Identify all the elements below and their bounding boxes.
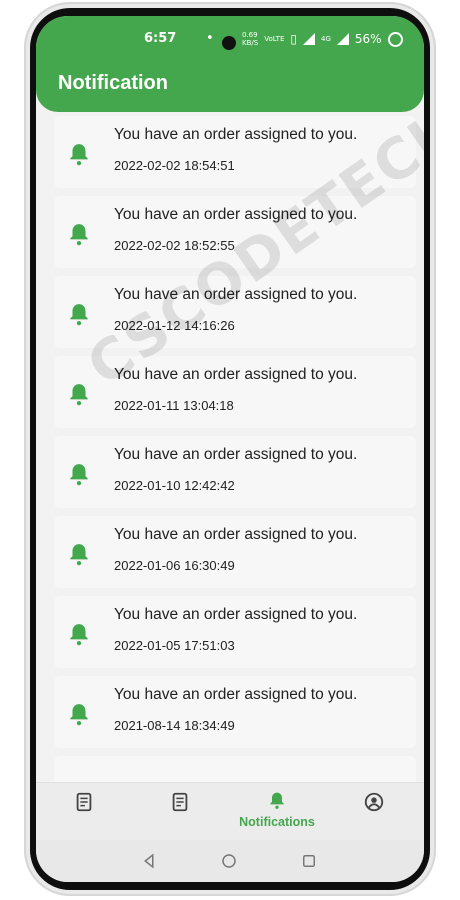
- wifi-signal-icon: [302, 33, 315, 45]
- status-bar: 6:57 • 0.69 KB/S VoLTE ▯ 4G 56%: [36, 28, 424, 50]
- battery-percent: 56%: [354, 32, 382, 46]
- receipt-icon: [172, 792, 188, 812]
- notification-message: You have an order assigned to you.: [114, 526, 358, 543]
- nav-item-documents[interactable]: [54, 791, 114, 837]
- status-time: 6:57: [144, 31, 177, 46]
- status-icons: 0.69 KB/S VoLTE ▯ 4G 56%: [242, 31, 403, 47]
- phone-screen: 6:57 • 0.69 KB/S VoLTE ▯ 4G 56% Notifica…: [36, 16, 424, 882]
- notification-card[interactable]: You have an order assigned to you. 2022-…: [54, 196, 416, 268]
- bell-icon: [70, 464, 88, 486]
- bell-icon: [70, 704, 88, 726]
- notification-timestamp: 2022-02-02 18:52:55: [114, 238, 235, 253]
- notification-message: You have an order assigned to you.: [114, 366, 358, 383]
- bell-icon: [70, 384, 88, 406]
- system-navigation-bar: [36, 840, 424, 882]
- nav-item-profile[interactable]: [344, 791, 404, 837]
- notification-message: You have an order assigned to you.: [114, 446, 358, 463]
- notification-message: You have an order assigned to you.: [114, 126, 358, 143]
- document-icon: [76, 792, 92, 812]
- notification-timestamp: 2022-01-12 14:16:26: [114, 318, 235, 333]
- notification-timestamp: 2022-01-11 13:04:18: [114, 398, 234, 413]
- notification-card[interactable]: You have an order assigned to you. 2022-…: [54, 276, 416, 348]
- front-camera: [222, 36, 236, 50]
- notification-timestamp: 2022-01-06 16:30:49: [114, 558, 235, 573]
- back-icon[interactable]: [140, 852, 158, 870]
- home-icon[interactable]: [220, 852, 238, 870]
- notification-card[interactable]: You have an order assigned to you. 2022-…: [54, 436, 416, 508]
- network-speed: 0.69 KB/S: [242, 31, 258, 47]
- notification-dot-icon: •: [206, 31, 214, 46]
- notification-message: You have an order assigned to you.: [114, 686, 358, 703]
- bell-icon: [70, 224, 88, 246]
- bell-icon: [70, 144, 88, 166]
- notification-list[interactable]: You have an order assigned to you. 2022-…: [36, 116, 424, 786]
- profile-icon: [364, 792, 384, 812]
- notification-card[interactable]: You have an order assigned to you. 2022-…: [54, 116, 416, 188]
- bell-icon: [70, 624, 88, 646]
- cell-signal-icon: [336, 33, 349, 45]
- nav-item-orders[interactable]: [150, 791, 210, 837]
- notification-timestamp: 2022-01-10 12:42:42: [114, 478, 235, 493]
- notification-message: You have an order assigned to you.: [114, 206, 358, 223]
- notification-card[interactable]: You have an order assigned to you. 2022-…: [54, 516, 416, 588]
- bell-icon: [270, 792, 284, 809]
- notification-timestamp: 2021-08-14 18:34:49: [114, 718, 235, 733]
- vibrate-icon: ▯: [290, 32, 297, 46]
- nav-item-notifications[interactable]: Notifications: [234, 791, 320, 837]
- notification-card[interactable]: You have an order assigned to you. 2022-…: [54, 356, 416, 428]
- notification-timestamp: 2022-02-02 18:54:51: [114, 158, 235, 173]
- bottom-navigation: Notifications: [36, 782, 424, 841]
- notification-message: You have an order assigned to you.: [114, 286, 358, 303]
- notification-message: You have an order assigned to you.: [114, 606, 358, 623]
- nav-label-notifications: Notifications: [239, 815, 315, 829]
- notification-card[interactable]: You have an order assigned to you. 2021-…: [54, 676, 416, 748]
- speed-value: 0.69: [242, 31, 258, 39]
- speed-unit: KB/S: [242, 39, 259, 47]
- volte-icon: VoLTE: [264, 35, 285, 43]
- bell-icon: [70, 544, 88, 566]
- notification-timestamp: 2022-01-05 17:51:03: [114, 638, 235, 653]
- bell-icon: [70, 304, 88, 326]
- app-header: 6:57 • 0.69 KB/S VoLTE ▯ 4G 56% Notifica…: [36, 16, 424, 112]
- network-type: 4G: [320, 35, 331, 43]
- battery-icon: [387, 31, 403, 47]
- page-title: Notification: [58, 72, 168, 94]
- recents-icon[interactable]: [300, 852, 318, 870]
- notification-card[interactable]: You have an order assigned to you. 2022-…: [54, 596, 416, 668]
